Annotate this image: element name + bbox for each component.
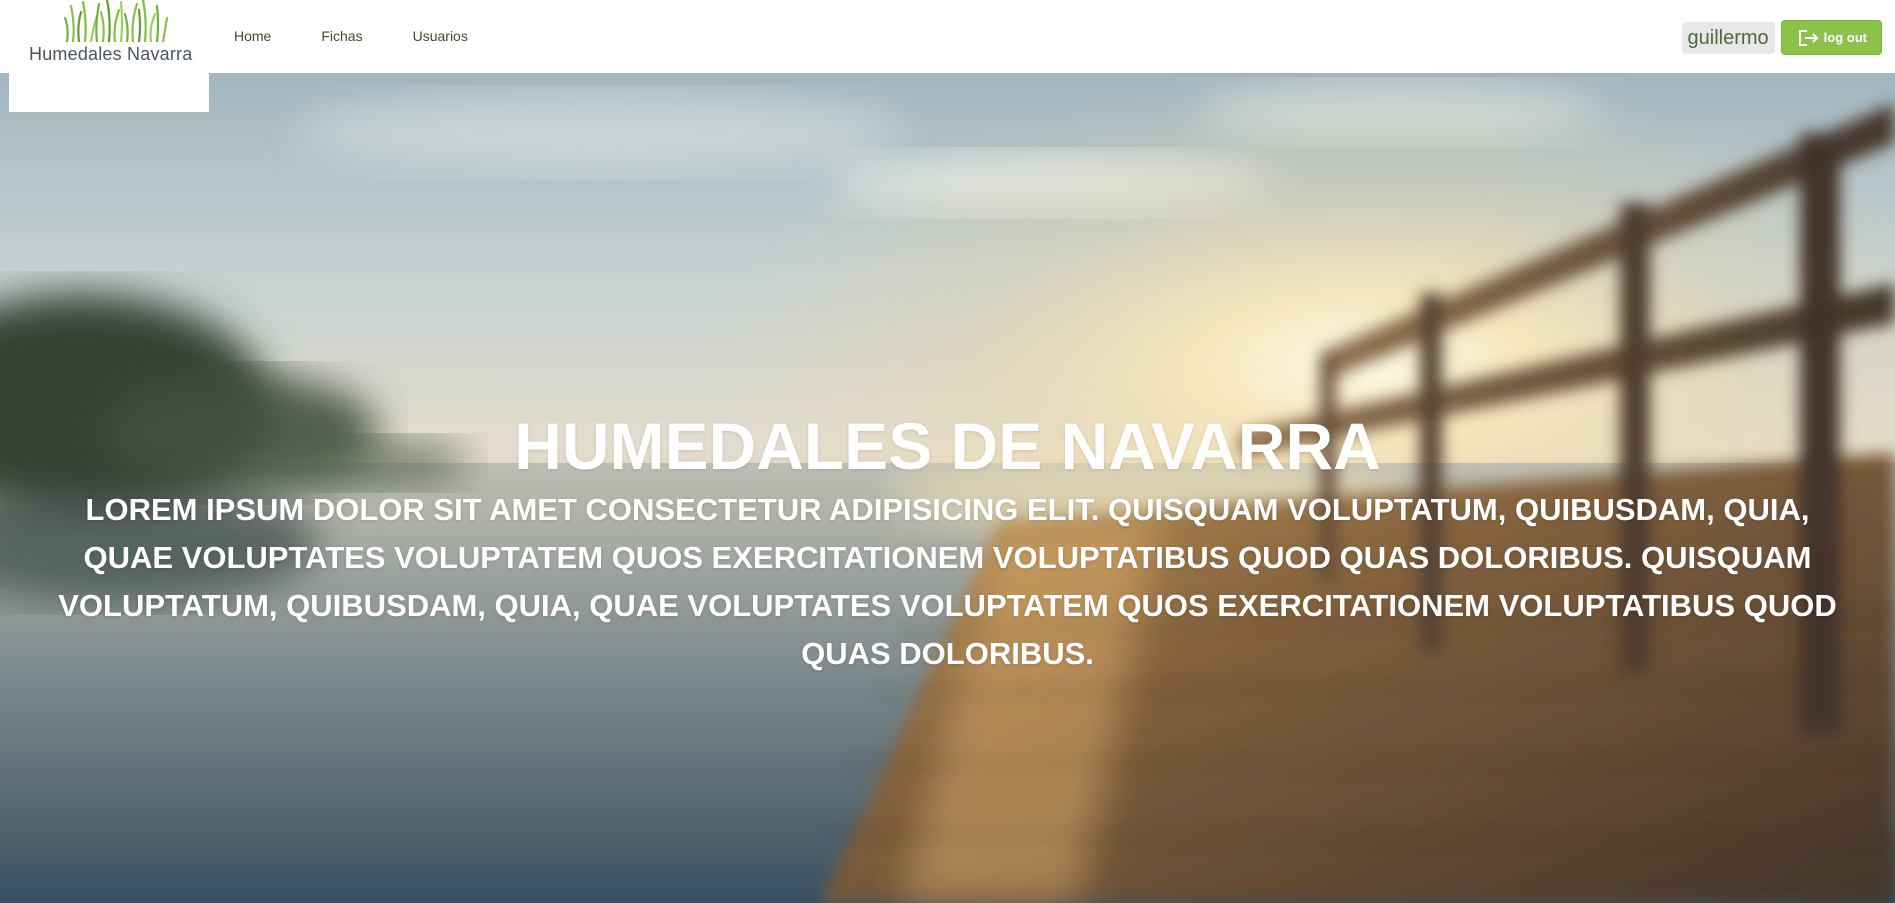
logout-button[interactable]: log out: [1780, 20, 1882, 55]
nav-usuarios-link[interactable]: Usuarios: [413, 28, 468, 44]
top-navbar: Home Fichas Usuarios guillermo log out: [0, 0, 1895, 73]
logout-icon: [1798, 29, 1820, 47]
brand-name: Humedales Navarra: [29, 44, 193, 64]
username-badge: guillermo: [1681, 21, 1775, 54]
logout-label: log out: [1823, 30, 1867, 45]
user-area: guillermo log out: [1681, 20, 1882, 55]
hero-section: HUMEDALES DE NAVARRA LOREM IPSUM DOLOR S…: [0, 73, 1895, 903]
nav-home-link[interactable]: Home: [234, 28, 271, 44]
brand-logo[interactable]: Humedales Navarra: [9, 0, 209, 112]
main-nav: Home Fichas Usuarios: [234, 28, 518, 44]
nav-fichas-link[interactable]: Fichas: [321, 28, 362, 44]
grass-logo-icon: [63, 0, 169, 42]
hero-title: HUMEDALES DE NAVARRA: [514, 409, 1381, 483]
hero-subtitle: LOREM IPSUM DOLOR SIT AMET CONSECTETUR A…: [58, 492, 1837, 671]
